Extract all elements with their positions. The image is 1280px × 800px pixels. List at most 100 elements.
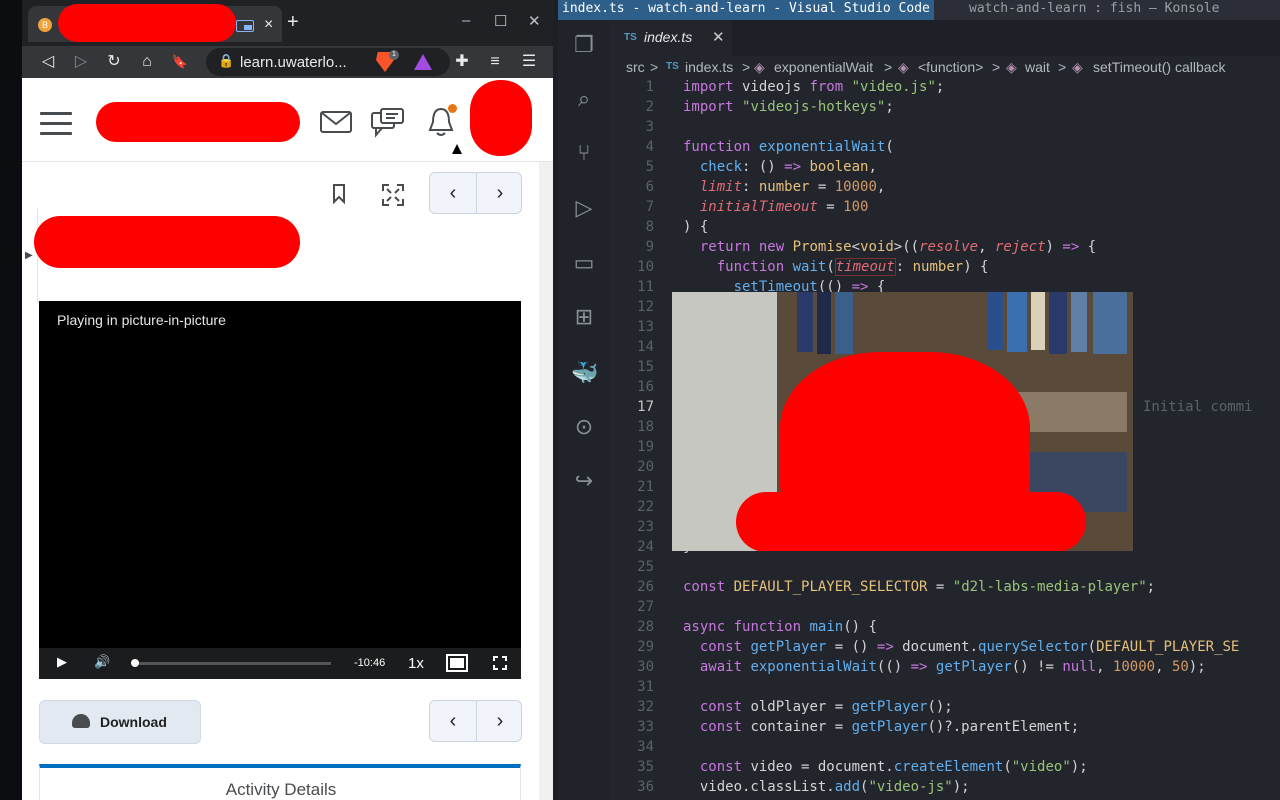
redacted-avatar: [470, 80, 532, 156]
code-line: 31: [637, 679, 654, 695]
site-header: [22, 78, 553, 162]
breadcrumb-item[interactable]: index.ts: [685, 59, 733, 75]
close-window-button[interactable]: ✕: [528, 12, 541, 30]
browser-toolbar: ◁ ▷ ↻ ⌂ 🔖 🔒 learn.uwaterlo... 1 ✚ ≡ ☰: [22, 46, 553, 78]
activity-details-panel[interactable]: Activity Details: [39, 764, 521, 800]
fullscreen-icon[interactable]: [382, 184, 404, 206]
download-button[interactable]: Download: [39, 700, 201, 744]
volume-icon[interactable]: 🔊: [94, 654, 110, 670]
previous-topic-button-bottom[interactable]: ‹: [430, 701, 476, 741]
remote-explorer-icon[interactable]: ▭: [571, 250, 597, 276]
breadcrumb-item[interactable]: <function>: [918, 59, 983, 75]
breadcrumb-item[interactable]: src: [626, 59, 645, 75]
breadcrumb-separator: >: [742, 59, 751, 75]
next-topic-button[interactable]: ›: [477, 173, 523, 213]
window-titlebar: index.ts - watch-and-learn - Visual Stud…: [558, 0, 1280, 20]
bookmark-topic-icon[interactable]: [332, 184, 346, 204]
tab-index-ts[interactable]: TS index.ts ✕: [610, 20, 732, 56]
code-line: 1 import videojs from "video.js";: [645, 79, 945, 95]
code-line: 35 const video = document.createElement(…: [637, 759, 1088, 775]
code-line: 27: [637, 599, 654, 615]
explorer-icon[interactable]: ❐: [571, 32, 597, 58]
previous-topic-button[interactable]: ‹: [430, 173, 476, 213]
page-scrollbar[interactable]: [539, 162, 553, 800]
konsole-title[interactable]: watch-and-learn : fish — Konsole: [966, 0, 1222, 20]
git-graph-icon[interactable]: ⊙: [571, 414, 597, 440]
progress-bar[interactable]: [130, 659, 331, 667]
code-line: 33 const container = getPlayer()?.parent…: [637, 719, 1080, 735]
code-line: 26 const DEFAULT_PLAYER_SELECTOR = "d2l-l…: [637, 579, 1156, 595]
chat-icon[interactable]: [371, 108, 405, 138]
search-icon[interactable]: ⌕: [571, 86, 597, 112]
browser-window: B × + – ☐ ✕ ◁ ▷ ↻ ⌂ 🔖 🔒 learn.uwaterlo..…: [22, 0, 553, 800]
mouse-cursor: [452, 144, 462, 154]
forward-icon[interactable]: ▷: [69, 50, 93, 74]
run-debug-icon[interactable]: ▷: [571, 195, 597, 221]
video-player[interactable]: Playing in picture-in-picture ▶ 🔊 -10:46…: [39, 301, 521, 679]
extensions-icon[interactable]: ✚: [450, 50, 474, 74]
redacted-site-title: [96, 102, 300, 142]
code-line: 5 check: () => boolean,: [645, 159, 877, 175]
next-topic-button-bottom[interactable]: ›: [477, 701, 523, 741]
fullscreen-video-icon[interactable]: [493, 656, 507, 670]
topic-pager-bottom: ‹ ›: [429, 700, 522, 742]
function-symbol-icon: ◈: [754, 59, 765, 75]
mail-icon[interactable]: [320, 111, 352, 133]
tab-label: index.ts: [644, 29, 693, 45]
code-line: 36 video.classList.add("video-js");: [637, 779, 970, 795]
notification-dot: [448, 104, 457, 113]
code-line: 6 limit: number = 10000,: [645, 179, 886, 195]
shields-count-badge: 1: [389, 50, 399, 60]
progress-knob[interactable]: [130, 659, 139, 667]
function-symbol-icon: ◈: [898, 59, 909, 75]
tab-close-button[interactable]: ×: [264, 16, 273, 34]
back-icon[interactable]: ◁: [36, 50, 60, 74]
new-tab-button[interactable]: +: [287, 11, 299, 34]
breadcrumb-separator: >: [884, 59, 893, 75]
play-icon[interactable]: ▶: [57, 654, 67, 670]
browser-tab[interactable]: B ×: [28, 4, 282, 42]
topic-pager-top: ‹ ›: [429, 172, 522, 214]
code-line: 10 function wait(timeout: number) {: [637, 258, 989, 276]
video-controls: ▶ 🔊 -10:46 1x: [39, 648, 521, 679]
expand-arrow-icon[interactable]: ▶: [25, 250, 33, 261]
redacted-person-lower: [736, 492, 1086, 551]
playback-rate-button[interactable]: 1x: [408, 655, 424, 672]
reload-icon[interactable]: ↻: [102, 50, 126, 74]
maximize-button[interactable]: ☐: [494, 12, 507, 30]
brave-favicon-icon: B: [38, 18, 52, 32]
breadcrumb-item[interactable]: setTimeout() callback: [1093, 59, 1226, 75]
source-control-icon[interactable]: ⑂: [571, 140, 597, 166]
menu-icon[interactable]: ☰: [517, 50, 541, 74]
code-line: 30 await exponentialWait(() => getPlayer…: [637, 659, 1206, 675]
breadcrumb-item[interactable]: exponentialWait: [774, 59, 873, 75]
code-line: 25: [637, 559, 654, 575]
pip-video-window[interactable]: [672, 292, 1133, 551]
breadcrumb: src > TS index.ts > ◈ exponentialWait > …: [610, 56, 1280, 78]
breadcrumb-separator: >: [650, 59, 659, 75]
live-share-icon[interactable]: ↪: [571, 468, 597, 494]
extensions-icon[interactable]: ⊞: [571, 304, 597, 330]
typescript-file-icon: TS: [666, 61, 679, 72]
code-line: 2 import "videojs-hotkeys";: [645, 99, 894, 115]
bookmark-icon[interactable]: 🔖: [168, 50, 192, 74]
web-page: ‹ › ▶ Playing in picture-in-picture ▶ 🔊 …: [22, 78, 553, 800]
pip-status-text: Playing in picture-in-picture: [57, 312, 226, 328]
home-icon[interactable]: ⌂: [135, 50, 159, 74]
address-bar[interactable]: 🔒 learn.uwaterlo... 1: [206, 48, 450, 76]
url-text: learn.uwaterlo...: [240, 54, 347, 71]
minimize-button[interactable]: –: [462, 12, 470, 29]
docker-icon[interactable]: 🐳: [571, 360, 598, 386]
picture-in-picture-button-icon[interactable]: [446, 654, 468, 672]
brave-rewards-icon[interactable]: [414, 54, 432, 70]
media-controls-icon[interactable]: ≡: [483, 50, 507, 74]
vscode-title[interactable]: index.ts - watch-and-learn - Visual Stud…: [558, 0, 934, 20]
breadcrumb-item[interactable]: wait: [1025, 59, 1050, 75]
hamburger-menu-icon[interactable]: [40, 112, 72, 135]
download-label: Download: [100, 714, 167, 730]
picture-in-picture-icon: [236, 20, 254, 32]
tab-close-icon[interactable]: ✕: [712, 28, 725, 46]
activity-bar: ❐ ⌕ ⑂ ▷ ▭ ⊞ 🐳 ⊙ ↪: [558, 20, 610, 800]
breadcrumb-separator: >: [1058, 59, 1067, 75]
typescript-file-icon: TS: [624, 32, 637, 43]
